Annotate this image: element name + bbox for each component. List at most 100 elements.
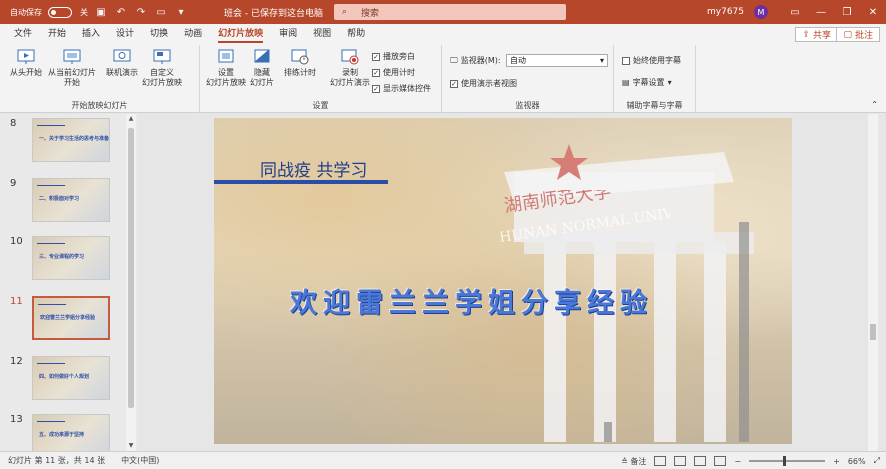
comments-button[interactable]: ▢ 批注: [836, 27, 880, 42]
thumbnail-line: [37, 185, 65, 186]
redo-icon[interactable]: ↷: [134, 5, 148, 19]
minimize-icon[interactable]: —: [808, 7, 834, 18]
undo-icon[interactable]: ↶: [114, 5, 128, 19]
zoom-out-icon[interactable]: −: [734, 457, 741, 466]
thumbnail-line: [37, 243, 65, 244]
record-slideshow-button[interactable]: 录制 幻灯片演示: [330, 48, 370, 88]
thumbnail-number: 13: [10, 414, 23, 425]
autosave-label: 自动保存: [10, 7, 42, 17]
tab-8[interactable]: 视图: [305, 24, 339, 45]
tab-0[interactable]: 文件: [0, 24, 40, 45]
language-indicator[interactable]: 中文(中国): [121, 455, 159, 466]
tab-7[interactable]: 审阅: [271, 24, 305, 45]
share-icon: ⇪: [802, 29, 810, 40]
checkbox-checked: ✓: [450, 79, 458, 88]
scroll-up-icon[interactable]: ▲: [126, 114, 136, 124]
title-bar: 自动保存 关 ▣ ↶ ↷ ▭ ▾ 班会 - 已保存到这台电脑 ⌕ 搜索 my76…: [0, 0, 886, 24]
document-title[interactable]: 班会 - 已保存到这台电脑: [224, 6, 323, 19]
current-slide[interactable]: 湖南师范大学 HUNAN NORMAL UNIVERSITY 同战疫 共学习 欢…: [214, 118, 792, 444]
notes-button[interactable]: ≙ 备注: [621, 456, 646, 467]
slideshow-current-icon: [63, 49, 81, 64]
slide-thumbnail[interactable]: 欢迎雷兰兰学姐分享经验: [32, 296, 110, 340]
zoom-in-icon[interactable]: +: [833, 457, 840, 466]
slide-subtitle[interactable]: 同战疫 共学习: [260, 156, 367, 181]
group-start-slideshow: 从头开始 从当前幻灯片 开始 联机演示 自定义 幻灯片放映 开始放映幻灯片: [0, 45, 200, 113]
tab-9[interactable]: 帮助: [339, 24, 373, 45]
from-beginning-button[interactable]: 从头开始: [10, 48, 42, 78]
slide-thumbnail[interactable]: 一、关于学习生活的思考与准备: [32, 118, 110, 162]
close-icon[interactable]: ✕: [860, 7, 886, 18]
play-narration-checkbox[interactable]: ✓ 播放旁白: [372, 51, 415, 62]
thumbnail-line: [37, 125, 65, 126]
thumbnail-line: [37, 363, 65, 364]
customize-qat-icon[interactable]: ▾: [174, 5, 188, 19]
monitor-select[interactable]: 自动 ▾: [506, 54, 608, 67]
tab-3[interactable]: 设计: [108, 24, 142, 45]
record-icon: [341, 49, 359, 65]
use-timings-checkbox[interactable]: ✓ 使用计时: [372, 67, 415, 78]
from-current-button[interactable]: 从当前幻灯片 开始: [48, 48, 96, 88]
online-present-button[interactable]: 联机演示: [106, 48, 138, 78]
ribbon-tabs: 文件 开始 插入 设计 切换 动画 幻灯片放映 审阅 视图 帮助 ⇪ 共享 ▢ 批注: [0, 24, 886, 45]
tab-5[interactable]: 动画: [176, 24, 210, 45]
group-monitors: 🖵 监视器(M): 自动 ▾ ✓ 使用演示者视图 监视器: [442, 45, 614, 113]
thumbnail-number: 9: [10, 178, 17, 189]
tab-6[interactable]: 幻灯片放映: [210, 24, 271, 45]
group-label-start: 开始放映幻灯片: [71, 101, 128, 110]
custom-slideshow-button[interactable]: 自定义 幻灯片放映: [142, 48, 182, 88]
subtitle-settings-button[interactable]: ▤ 字幕设置 ▾: [622, 77, 672, 88]
thumbnail-title: 三、专业课程的学习: [39, 254, 85, 260]
group-label-setup: 设置: [312, 101, 329, 110]
present-from-start-icon[interactable]: ▭: [154, 5, 168, 19]
thumbnail-title: 二、积极面对学习: [39, 196, 80, 202]
autosave-state: 关: [80, 7, 88, 17]
save-icon[interactable]: ▣: [94, 5, 108, 19]
slide-scrollbar[interactable]: [868, 114, 878, 451]
slide-main-title[interactable]: 欢迎雷兰兰学姐分享经验: [290, 281, 653, 320]
thumbnail-title: 五、成功来源于坚持: [39, 432, 85, 438]
collapse-ribbon-icon[interactable]: ⌃: [871, 100, 878, 109]
slideshow-view-icon[interactable]: [714, 456, 727, 466]
username: my7675: [707, 7, 744, 17]
zoom-level[interactable]: 66%: [848, 457, 866, 466]
scrollbar-thumb[interactable]: [128, 128, 134, 408]
restore-icon[interactable]: ❐: [834, 7, 860, 18]
chevron-down-icon: ▾: [599, 56, 604, 65]
scrollbar-thumb[interactable]: [870, 324, 876, 340]
tab-1[interactable]: 开始: [40, 24, 74, 45]
show-media-controls-checkbox[interactable]: ✓ 显示媒体控件: [372, 83, 431, 94]
tab-4[interactable]: 切换: [142, 24, 176, 45]
search-placeholder: 搜索: [361, 8, 380, 19]
slide-thumbnail[interactable]: 三、专业课程的学习: [32, 236, 110, 280]
tab-2[interactable]: 插入: [74, 24, 108, 45]
thumbnail-title: 一、关于学习生活的思考与准备: [39, 136, 110, 142]
slide-thumbnail-pane: ▲ ▼ 8 一、关于学习生活的思考与准备 9 二、积极面对学习 10 三、专业课程的学习 1…: [0, 114, 138, 458]
reading-view-icon[interactable]: [694, 456, 707, 466]
thumbnail-line: [38, 304, 66, 305]
always-subtitles-checkbox[interactable]: 始终使用字幕: [622, 55, 681, 66]
group-captions: 始终使用字幕 ▤ 字幕设置 ▾ 辅助字幕与字幕: [614, 45, 696, 113]
setup-slideshow-button[interactable]: 设置 幻灯片放映: [206, 48, 246, 88]
slide-thumbnail[interactable]: 四、如何做好个人规划: [32, 356, 110, 400]
notes-icon: ≙: [621, 456, 628, 466]
normal-view-icon[interactable]: [654, 456, 667, 466]
thumbnail-scrollbar[interactable]: ▲ ▼: [126, 114, 136, 451]
avatar[interactable]: M: [754, 5, 768, 19]
autosave-toggle[interactable]: [48, 6, 72, 18]
slide-thumbnail[interactable]: 二、积极面对学习: [32, 178, 110, 222]
group-label-monitors: 监视器: [515, 101, 540, 110]
rehearse-timings-button[interactable]: 排练计时: [284, 48, 316, 78]
slide-sorter-icon[interactable]: [674, 456, 687, 466]
checkbox-checked: ✓: [372, 84, 380, 93]
zoom-slider[interactable]: [749, 456, 826, 466]
share-button[interactable]: ⇪ 共享: [795, 27, 838, 42]
scroll-down-icon[interactable]: ▼: [126, 441, 136, 451]
group-setup: 设置 幻灯片放映 隐藏 幻灯片 排练计时 录制 幻灯片演示 ✓ 播放旁白 ✓ 使用计…: [200, 45, 442, 113]
presenter-view-checkbox[interactable]: ✓ 使用演示者视图: [450, 78, 517, 89]
ribbon-display-icon[interactable]: ▭: [782, 7, 808, 18]
checkbox-unchecked: [622, 56, 630, 65]
search-box[interactable]: ⌕ 搜索: [334, 4, 566, 20]
fit-to-window-icon[interactable]: ⤢: [874, 456, 880, 466]
hide-slide-button[interactable]: 隐藏 幻灯片: [250, 48, 274, 88]
rehearse-icon: [291, 49, 309, 65]
